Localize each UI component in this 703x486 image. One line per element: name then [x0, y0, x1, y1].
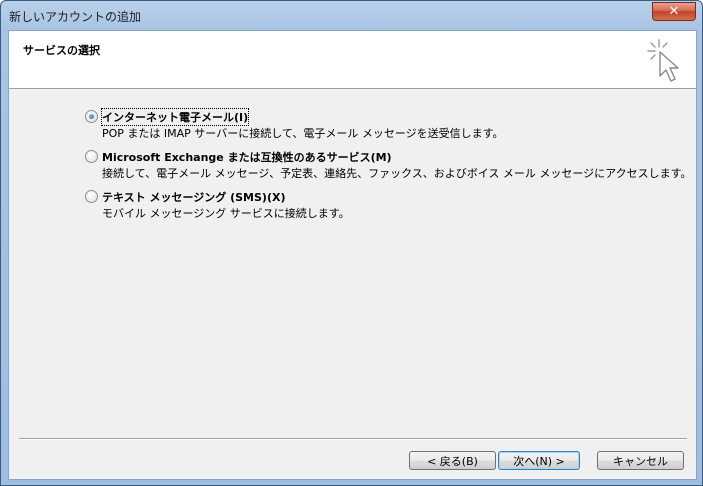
next-button[interactable]: 次へ(N) > [498, 451, 580, 470]
radio-exchange[interactable] [85, 150, 98, 163]
dialog-window: 新しいアカウントの追加 ✕ サービスの選択 インターネット電子メール(I) PO… [0, 0, 703, 486]
footer-divider [19, 438, 687, 440]
option-description: 接続して、電子メール メッセージ、予定表、連絡先、ファックス、およびボイス メー… [102, 167, 692, 180]
cancel-button[interactable]: キャンセル [597, 451, 684, 470]
title-bar[interactable]: 新しいアカウントの追加 ✕ [1, 1, 702, 29]
option-label[interactable]: テキスト メッセージング (SMS)(X) [102, 189, 286, 205]
option-label[interactable]: インターネット電子メール(I) [100, 108, 250, 126]
option-description: POP または IMAP サーバーに接続して、電子メール メッセージを送受信しま… [102, 127, 504, 140]
option-label[interactable]: Microsoft Exchange または互換性のあるサービス(M) [102, 149, 392, 165]
close-icon: ✕ [668, 4, 680, 19]
wizard-header: サービスの選択 [9, 31, 696, 89]
radio-sms[interactable] [85, 190, 98, 203]
radio-internet-email[interactable] [85, 110, 98, 123]
sparkle-cursor-icon [647, 39, 679, 82]
back-button[interactable]: < 戻る(B) [409, 451, 496, 470]
dialog-body: サービスの選択 インターネット電子メール(I) POP または IMAP サーバ… [8, 30, 697, 480]
window-title: 新しいアカウントの追加 [9, 10, 142, 24]
option-description: モバイル メッセージング サービスに接続します。 [102, 207, 350, 220]
close-button[interactable]: ✕ [652, 2, 696, 21]
page-title: サービスの選択 [23, 44, 100, 57]
